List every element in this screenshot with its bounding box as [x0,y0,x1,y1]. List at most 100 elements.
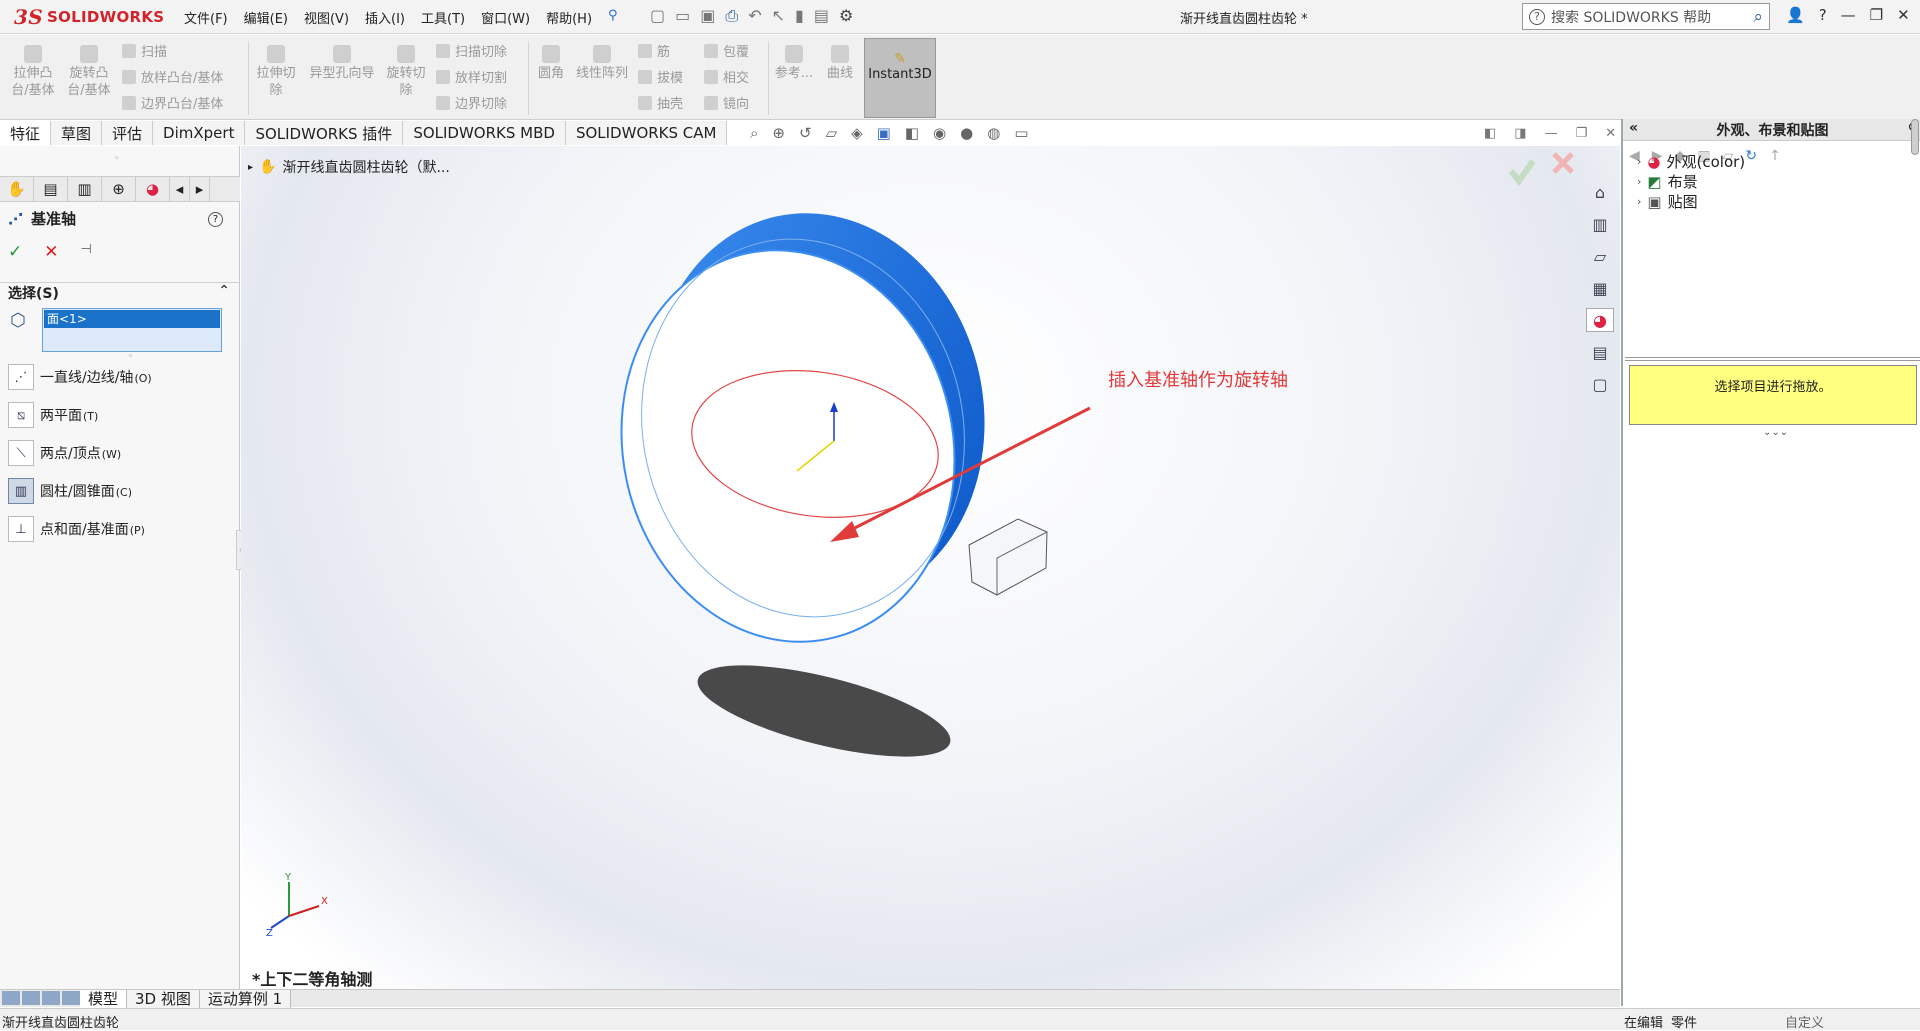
wrap-button[interactable]: 包覆 [704,41,749,60]
selection-group-header[interactable]: 选择(S) ⌃ [0,282,240,302]
viewport-restore-button[interactable]: ❐ [1576,126,1588,141]
menu-edit[interactable]: 编辑(E) [236,8,296,27]
sweep-button[interactable]: 扫描 [122,41,167,60]
previous-view-icon[interactable]: ↺ [799,124,812,142]
file-explorer-icon[interactable]: ▱ [1586,244,1614,268]
reference-geometry-button[interactable]: 参考... [772,41,816,82]
tab-cam[interactable]: SOLIDWORKS CAM [565,121,728,145]
revolve-boss-button[interactable]: 旋转凸 台/基体 [66,41,112,99]
up-icon[interactable]: ↑ [1769,148,1781,164]
linear-pattern-button[interactable]: 线性阵列 [572,41,632,82]
search-input[interactable]: 搜索 SOLIDWORKS 帮助 [1551,7,1747,27]
appearances-icon[interactable]: ◕ [1586,308,1614,332]
first-tab-icon[interactable] [2,990,20,1005]
menu-help[interactable]: 帮助(H) [538,8,600,27]
pin-icon[interactable]: ⚲ [600,8,626,27]
cancel-button[interactable]: ✕ [44,242,58,262]
tab-addins[interactable]: SOLIDWORKS 插件 [245,121,404,145]
gear-tooth[interactable] [968,518,1048,596]
expand-caret-icon[interactable]: › [1637,175,1641,188]
close-button[interactable]: ✕ [1897,6,1910,24]
appearance-tree-item[interactable]: › ◕ 外观(color) [1637,151,1745,172]
configuration-manager-tab[interactable]: ▥ [68,177,102,201]
option-two-planes[interactable]: ⧅ 两平面(T) [8,402,98,428]
instant3d-button[interactable]: ✎ Instant3D [864,38,936,118]
pm-help-button[interactable]: ? [208,212,223,227]
loft-button[interactable]: 放样凸台/基体 [122,67,223,86]
tab-motion-study[interactable]: 运动算例 1 [199,989,292,1008]
viewport-tile-icon[interactable]: ◨ [1514,126,1526,141]
feature-tree-tab[interactable]: ✋ [0,177,34,201]
help-search-box[interactable]: ? 搜索 SOLIDWORKS 帮助 ⌕ [1522,3,1770,30]
print-icon[interactable]: ⎙ [725,6,738,26]
tab-sketch[interactable]: 草图 [51,121,103,145]
option-two-points[interactable]: ⟍ 两点/顶点(W) [8,440,121,466]
sweep-cut-button[interactable]: 扫描切除 [436,41,507,60]
tab-model[interactable]: 模型 [80,989,128,1008]
status-custom[interactable]: 自定义 [1785,1012,1832,1031]
menu-window[interactable]: 窗口(W) [473,8,538,27]
section-view-icon[interactable]: ▱ [826,124,838,142]
edit-appearance-icon[interactable]: ● [960,124,973,142]
view-settings-icon[interactable]: ▭ [1014,124,1028,142]
home-icon[interactable]: ⌂ [1586,180,1614,204]
new-icon[interactable]: ▢ [650,6,665,26]
open-icon[interactable]: ▭ [675,6,690,26]
panel-grip-icon[interactable]: ◦ [114,154,119,164]
display-manager-tab[interactable]: ◕ [136,177,170,201]
expand-caret-icon[interactable]: › [1637,155,1641,168]
undo-icon[interactable]: ↶ [748,6,761,26]
boundary-boss-button[interactable]: 边界凸台/基体 [122,93,223,112]
scene-tree-item[interactable]: › ◩ 布景 [1637,171,1698,192]
listbox-resize-grip[interactable]: ◦ [128,352,133,362]
restore-button[interactable]: ❐ [1870,6,1883,24]
menu-tools[interactable]: 工具(T) [413,8,473,27]
display-style-icon[interactable]: ◧ [905,124,919,142]
tab-scroll-left-icon[interactable]: ◂ [170,177,190,201]
hide-show-items-icon[interactable]: ◉ [933,124,946,142]
viewport-minimize-button[interactable]: — [1545,126,1558,141]
viewport-split-icon[interactable]: ◧ [1484,126,1496,141]
tab-scroll-right-icon[interactable]: ▸ [190,177,210,201]
pin-button[interactable]: ⊣ [81,242,92,262]
design-library-icon[interactable]: ▥ [1586,212,1614,236]
menu-view[interactable]: 视图(V) [296,8,357,27]
menu-insert[interactable]: 插入(I) [357,8,413,27]
tab-scroll-buttons[interactable] [0,990,80,1007]
custom-properties-icon[interactable]: ▤ [1586,340,1614,364]
curves-button[interactable]: 曲线 [820,41,860,82]
ok-button[interactable]: ✓ [8,242,22,262]
file-properties-icon[interactable]: ▤ [814,6,829,26]
forum-icon[interactable]: ▢ [1586,372,1614,396]
zoom-area-icon[interactable]: ⊕ [772,124,785,142]
search-icon[interactable]: ⌕ [1753,7,1763,27]
hole-wizard-button[interactable]: 异型孔向导 [304,41,380,82]
option-cylindrical-face[interactable]: ▥ 圆柱/圆锥面(C) [8,478,132,504]
viewport-close-button[interactable]: ✕ [1605,126,1616,141]
apply-scene-icon[interactable]: ◍ [987,124,1000,142]
extrude-cut-button[interactable]: 拉伸切除 [254,41,298,99]
confirm-corner-cancel-icon[interactable] [1552,152,1574,174]
save-icon[interactable]: ▣ [700,6,715,26]
pane-scrollbar[interactable] [1911,119,1919,155]
collapse-pane-icon[interactable]: « [1629,120,1638,136]
option-line-edge-axis[interactable]: ⋰ 一直线/边线/轴(O) [8,364,152,390]
prev-tab-icon[interactable] [22,990,40,1005]
zoom-to-fit-icon[interactable]: ⌕ [750,124,758,142]
menu-file[interactable]: 文件(F) [176,8,236,27]
dimxpert-manager-tab[interactable]: ⊕ [102,177,136,201]
tab-features[interactable]: 特征 [0,121,52,145]
collapse-chevron-icon[interactable]: ⌃ [218,283,230,302]
view-orientation-icon[interactable]: ▣ [877,124,891,142]
options-gear-icon[interactable]: ⚙ [839,6,853,26]
shell-button[interactable]: 抽壳 [638,93,683,112]
option-point-and-face[interactable]: ⊥ 点和面/基准面(P) [8,516,145,542]
intersect-button[interactable]: 相交 [704,67,749,86]
loft-cut-button[interactable]: 放样切割 [436,67,507,86]
extrude-boss-button[interactable]: 拉伸凸 台/基体 [10,41,56,99]
mirror-button[interactable]: 镜向 [704,93,749,112]
splitter-grip-icon[interactable]: ⌄⌄⌄ [1763,427,1788,438]
selected-face-item[interactable]: 面<1> [44,310,220,328]
expand-caret-icon[interactable]: › [1637,195,1641,208]
select-icon[interactable]: ↖ [772,6,785,26]
